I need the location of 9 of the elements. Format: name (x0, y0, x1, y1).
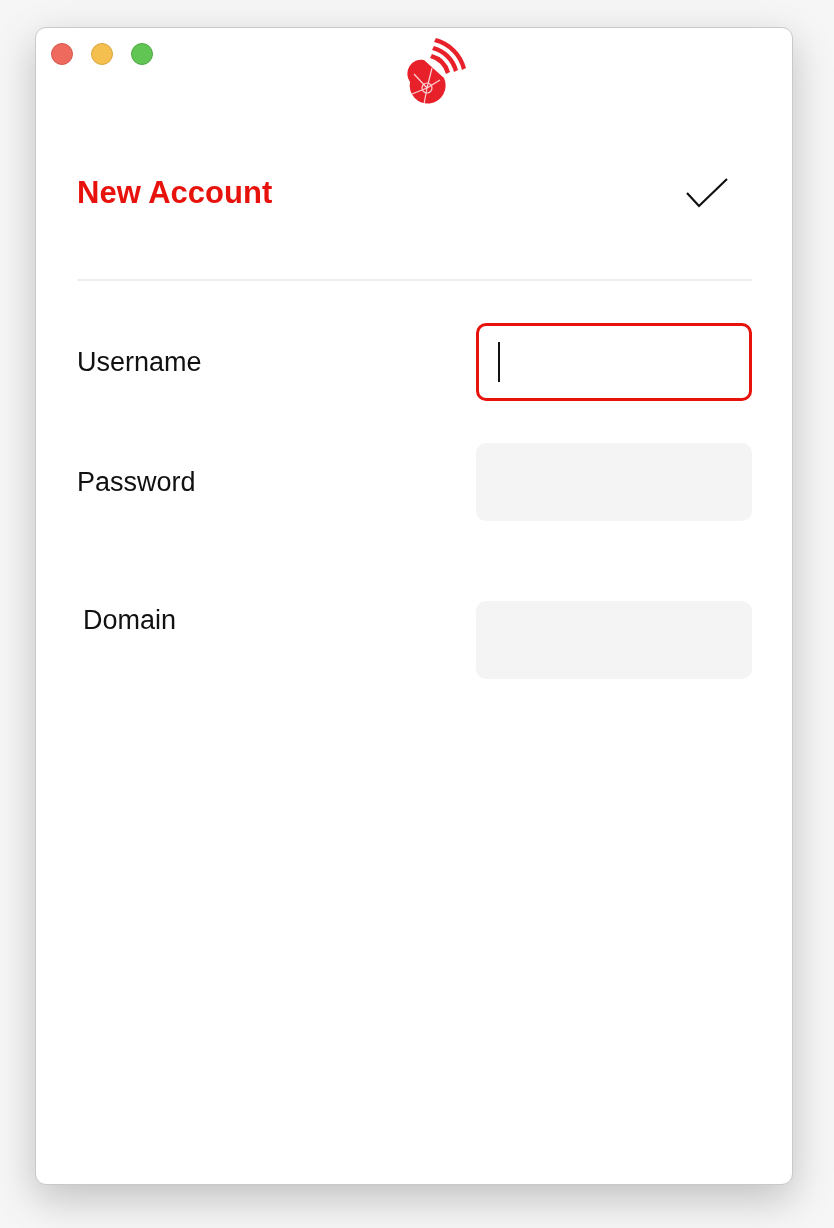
checkmark-icon[interactable] (686, 178, 728, 208)
zoom-icon[interactable] (131, 43, 153, 65)
field-label: Domain (83, 605, 177, 636)
close-icon[interactable] (51, 43, 73, 65)
minimize-icon[interactable] (91, 43, 113, 65)
input-field[interactable] (476, 323, 752, 401)
field-label: Username (77, 346, 202, 378)
page-title: New Account (77, 175, 273, 211)
field-label: Password (77, 466, 196, 498)
